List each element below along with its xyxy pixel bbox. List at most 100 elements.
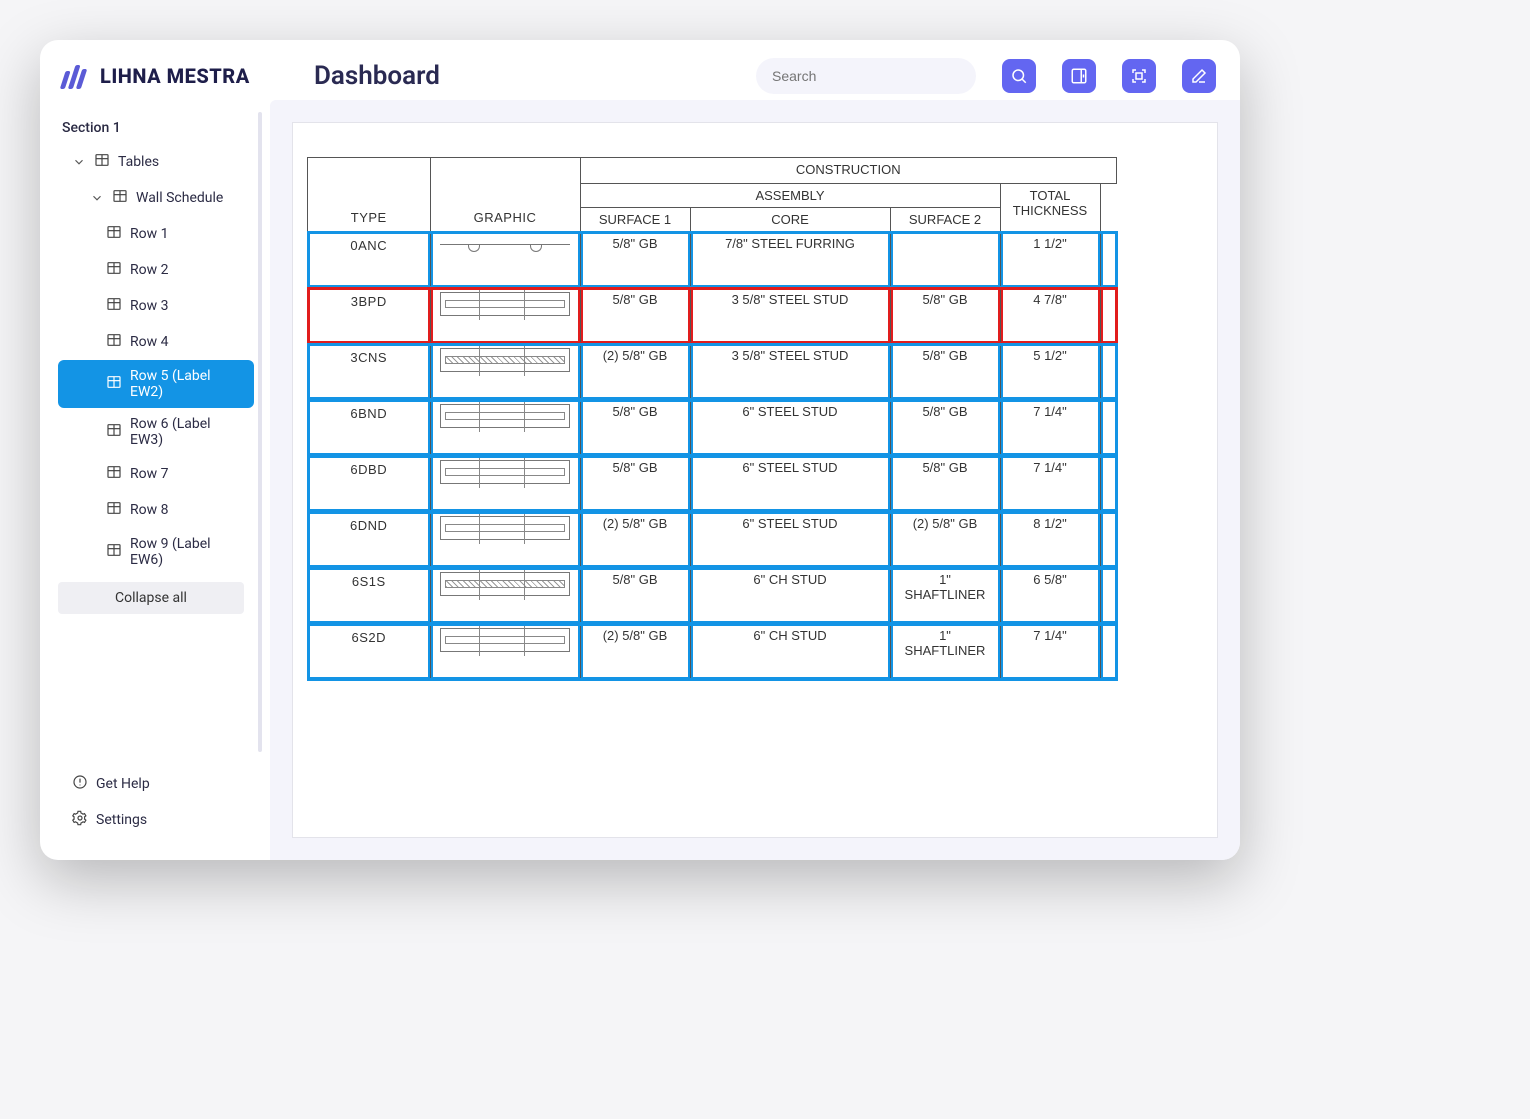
search-button[interactable] — [1002, 59, 1036, 93]
cell-total-thickness: 7 1/4" — [1000, 624, 1100, 680]
cell-surface2: 5/8" GB — [890, 400, 1000, 456]
sidebar-row-label: Row 3 — [130, 298, 168, 314]
wall-graphic-icon — [440, 292, 570, 316]
sidebar-row-label: Row 6 (Label EW3) — [130, 416, 246, 448]
cell-total-thickness: 1 1/2" — [1000, 232, 1100, 288]
table-icon — [106, 464, 122, 484]
col-total-thickness: TOTAL THICKNESS — [1000, 184, 1100, 232]
table-icon — [106, 500, 122, 520]
table-icon — [106, 224, 122, 244]
cell-total-thickness: 4 7/8" — [1000, 288, 1100, 344]
sidebar-row-label: Row 7 — [130, 466, 168, 482]
cell-surface1: (2) 5/8" GB — [580, 512, 690, 568]
table-icon — [106, 422, 122, 442]
sidebar-row-item[interactable]: Row 9 (Label EW6) — [58, 528, 254, 576]
select-icon — [1130, 67, 1148, 85]
col-graphic: GRAPHIC — [430, 158, 580, 232]
cell-core: 6" STEEL STUD — [690, 456, 890, 512]
cell-surface1: (2) 5/8" GB — [580, 344, 690, 400]
col-type: TYPE — [308, 158, 431, 232]
wall-graphic-icon — [440, 572, 570, 596]
table-row[interactable]: 0ANC 5/8" GB 7/8" STEEL FURRING 1 1/2" — [308, 232, 1117, 288]
sidebar-row-item[interactable]: Row 4 — [58, 324, 254, 360]
cell-total-thickness: 7 1/4" — [1000, 456, 1100, 512]
cell-core: 3 5/8" STEEL STUD — [690, 288, 890, 344]
logo-icon — [60, 63, 94, 89]
sidebar-section-1[interactable]: Section 1 — [58, 112, 254, 144]
cell-surface1: (2) 5/8" GB — [580, 624, 690, 680]
cell-extra — [1100, 232, 1117, 288]
sidebar-row-item[interactable]: Row 3 — [58, 288, 254, 324]
table-icon — [106, 260, 122, 280]
cell-surface2 — [890, 232, 1000, 288]
cell-core: 3 5/8" STEEL STUD — [690, 344, 890, 400]
sidebar-wall-schedule-node[interactable]: Wall Schedule — [58, 180, 254, 216]
cell-type: 6DBD — [308, 456, 431, 512]
cell-extra — [1100, 456, 1117, 512]
wall-graphic-icon — [440, 460, 570, 484]
table-row[interactable]: 6S1S 5/8" GB 6" CH STUD 1" SHAFTLINER 6 … — [308, 568, 1117, 624]
settings-link[interactable]: Settings — [64, 802, 258, 838]
panel-icon — [1070, 67, 1088, 85]
table-row[interactable]: 6DND (2) 5/8" GB 6" STEEL STUD (2) 5/8" … — [308, 512, 1117, 568]
sidebar-row-item[interactable]: Row 6 (Label EW3) — [58, 408, 254, 456]
table-row[interactable]: 3BPD 5/8" GB 3 5/8" STEEL STUD 5/8" GB 4… — [308, 288, 1117, 344]
table-icon — [106, 374, 122, 394]
select-button[interactable] — [1122, 59, 1156, 93]
cell-surface1: 5/8" GB — [580, 232, 690, 288]
table-row[interactable]: 6S2D (2) 5/8" GB 6" CH STUD 1" SHAFTLINE… — [308, 624, 1117, 680]
wall-graphic-icon — [440, 404, 570, 428]
document-canvas[interactable]: TYPE GRAPHIC CONSTRUCTION ASSEMBLY TOTAL… — [292, 122, 1218, 838]
wall-graphic-icon — [440, 516, 570, 540]
cell-core: 6" CH STUD — [690, 568, 890, 624]
search-box[interactable] — [756, 58, 976, 94]
logo: LIHNA MESTRA — [64, 63, 274, 89]
sidebar-row-item[interactable]: Row 7 — [58, 456, 254, 492]
sidebar-row-item[interactable]: Row 5 (Label EW2) — [58, 360, 254, 408]
table-row[interactable]: 6BND 5/8" GB 6" STEEL STUD 5/8" GB 7 1/4… — [308, 400, 1117, 456]
cell-total-thickness: 7 1/4" — [1000, 400, 1100, 456]
wall-schedule-label: Wall Schedule — [136, 190, 223, 206]
col-extra — [1100, 184, 1117, 232]
cell-surface2: 1" SHAFTLINER — [890, 568, 1000, 624]
collapse-all-button[interactable]: Collapse all — [58, 582, 244, 614]
cell-type: 3BPD — [308, 288, 431, 344]
table-icon — [94, 152, 110, 172]
panel-button[interactable] — [1062, 59, 1096, 93]
sidebar-tables-node[interactable]: Tables — [58, 144, 254, 180]
sidebar-row-label: Row 2 — [130, 262, 168, 278]
cell-total-thickness: 8 1/2" — [1000, 512, 1100, 568]
table-row[interactable]: 6DBD 5/8" GB 6" STEEL STUD 5/8" GB 7 1/4… — [308, 456, 1117, 512]
sidebar-row-label: Row 1 — [130, 226, 168, 242]
sidebar-row-label: Row 4 — [130, 334, 168, 350]
wall-graphic-icon — [440, 244, 570, 254]
page-title: Dashboard — [314, 61, 440, 91]
app-window: LIHNA MESTRA Dashboard Section 1 — [40, 40, 1240, 860]
cell-core: 7/8" STEEL FURRING — [690, 232, 890, 288]
get-help-link[interactable]: Get Help — [64, 766, 258, 802]
chevron-down-icon — [90, 191, 104, 205]
collapse-all-label: Collapse all — [115, 590, 187, 606]
table-row[interactable]: 3CNS (2) 5/8" GB 3 5/8" STEEL STUD 5/8" … — [308, 344, 1117, 400]
table-icon — [106, 542, 122, 562]
cell-type: 6DND — [308, 512, 431, 568]
sidebar-row-item[interactable]: Row 2 — [58, 252, 254, 288]
cell-surface1: 5/8" GB — [580, 288, 690, 344]
sidebar-row-item[interactable]: Row 1 — [58, 216, 254, 252]
sidebar: Section 1 Tables Wall Schedule Row 1 Row … — [40, 100, 270, 860]
cell-graphic — [430, 624, 580, 680]
cell-total-thickness: 5 1/2" — [1000, 344, 1100, 400]
cell-graphic — [430, 344, 580, 400]
edit-button[interactable] — [1182, 59, 1216, 93]
cell-core: 6" CH STUD — [690, 624, 890, 680]
help-icon — [72, 774, 88, 794]
cell-extra — [1100, 344, 1117, 400]
col-assembly: ASSEMBLY — [580, 184, 1000, 208]
cell-type: 0ANC — [308, 232, 431, 288]
table-icon — [112, 188, 128, 208]
search-input[interactable] — [772, 68, 960, 84]
col-core: CORE — [690, 208, 890, 232]
cell-graphic — [430, 288, 580, 344]
topbar: LIHNA MESTRA Dashboard — [40, 40, 1240, 100]
sidebar-row-item[interactable]: Row 8 — [58, 492, 254, 528]
